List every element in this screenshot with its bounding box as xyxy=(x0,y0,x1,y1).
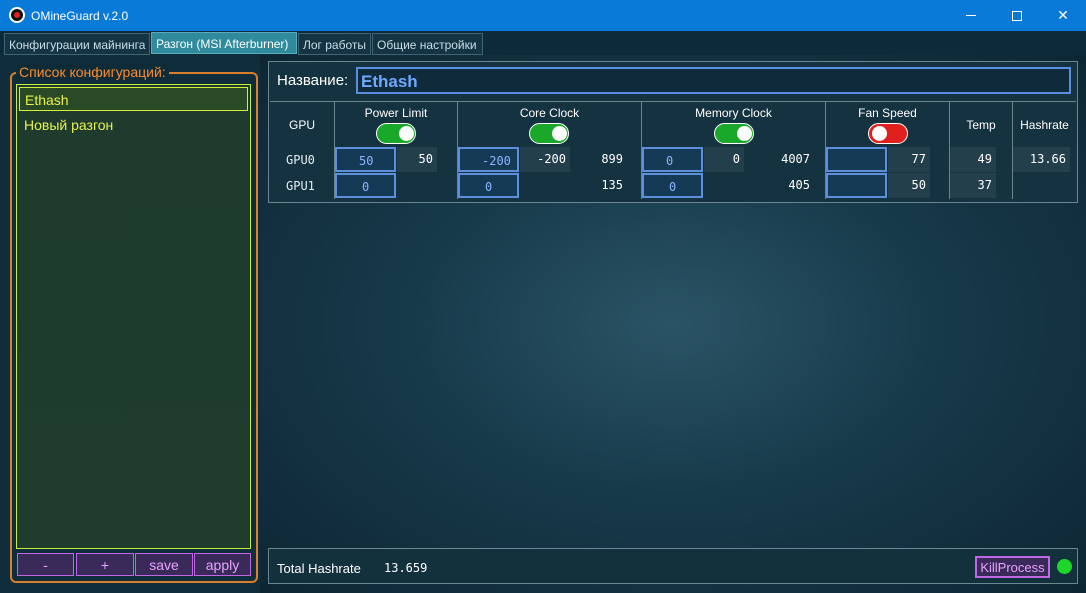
minimize-icon xyxy=(966,15,976,16)
status-indicator-icon xyxy=(1057,559,1072,574)
gpu1-memory-clock-actual: 405 xyxy=(788,178,810,192)
gpu1-fan-speed-current: 50 xyxy=(888,173,930,198)
config-item-ethash[interactable]: Ethash xyxy=(19,87,248,111)
tab-overclock[interactable]: Разгон (MSI Afterburner) xyxy=(151,32,297,54)
gpu0-fan-speed-input[interactable] xyxy=(826,147,887,172)
gpu0-memory-clock-input[interactable]: 0 xyxy=(642,147,703,172)
gpu1-core-clock-input[interactable]: 0 xyxy=(458,173,519,198)
tab-general-settings[interactable]: Общие настройки xyxy=(372,33,483,55)
app-icon xyxy=(9,7,25,23)
fan-speed-toggle[interactable] xyxy=(868,123,908,144)
maximize-icon xyxy=(1012,10,1022,21)
toggle-knob xyxy=(737,126,752,141)
kill-process-button[interactable]: KillProcess xyxy=(975,556,1050,578)
window-title: OMineGuard v.2.0 xyxy=(31,9,129,23)
gpu1-fan-speed-input[interactable] xyxy=(826,173,887,198)
close-icon: ✕ xyxy=(1057,7,1069,23)
header-temp: Temp xyxy=(966,118,996,132)
name-label: Название: xyxy=(277,72,349,89)
apply-config-button[interactable]: apply xyxy=(194,553,251,576)
gpu0-power-limit-input[interactable]: 50 xyxy=(335,147,396,172)
header-gpu: GPU xyxy=(288,118,315,132)
toggle-knob xyxy=(872,126,887,141)
gpu0-core-clock-current: -200 xyxy=(520,147,570,172)
gpu0-core-clock-input[interactable]: -200 xyxy=(458,147,519,172)
remove-config-button[interactable]: - xyxy=(17,553,74,576)
gpu0-temp: 49 xyxy=(950,147,996,172)
tab-strip: Конфигурации майнинга Разгон (MSI Afterb… xyxy=(0,31,1086,55)
config-item-new-overclock[interactable]: Новый разгон xyxy=(19,113,248,137)
gpu1-power-limit-input[interactable]: 0 xyxy=(335,173,396,198)
gpu1-temp: 37 xyxy=(950,173,996,198)
gpu0-power-limit-current: 50 xyxy=(397,147,437,172)
header-hashrate: Hashrate xyxy=(1020,118,1069,132)
header-fan-speed: Fan Speed xyxy=(858,106,917,120)
gpu1-label: GPU1 xyxy=(286,179,315,193)
gpu0-fan-speed-current: 77 xyxy=(888,147,930,172)
tab-mining-configs[interactable]: Конфигурации майнинга xyxy=(4,33,150,55)
toggle-knob xyxy=(552,126,567,141)
gpu1-hashrate xyxy=(1013,173,1070,198)
header-core-clock: Core Clock xyxy=(519,106,580,120)
gpu0-memory-clock-actual: 4007 xyxy=(781,152,810,166)
power-limit-toggle[interactable] xyxy=(376,123,416,144)
header-power-limit: Power Limit xyxy=(364,106,428,120)
name-input[interactable]: Ethash xyxy=(356,67,1071,94)
gpu0-label: GPU0 xyxy=(286,153,315,167)
add-config-button[interactable]: + xyxy=(76,553,134,576)
header-memory-clock: Memory Clock xyxy=(695,106,772,120)
config-list-title: Список конфигураций: xyxy=(16,64,169,80)
maximize-button[interactable] xyxy=(994,0,1040,31)
total-hashrate-value: 13.659 xyxy=(384,561,428,575)
gpu1-memory-clock-current xyxy=(704,173,744,198)
memory-clock-toggle[interactable] xyxy=(714,123,754,144)
gpu0-hashrate: 13.66 xyxy=(1013,147,1070,172)
config-list: Ethash Новый разгон xyxy=(16,84,251,549)
close-button[interactable]: ✕ xyxy=(1040,0,1086,31)
core-clock-toggle[interactable] xyxy=(529,123,569,144)
title-bar: OMineGuard v.2.0 ✕ xyxy=(0,0,1086,31)
gpu1-memory-clock-input[interactable]: 0 xyxy=(642,173,703,198)
gpu0-memory-clock-current: 0 xyxy=(704,147,744,172)
gpu1-core-clock-current xyxy=(520,173,570,198)
toggle-knob xyxy=(399,126,414,141)
gpu1-core-clock-actual: 135 xyxy=(601,178,623,192)
save-config-button[interactable]: save xyxy=(135,553,193,576)
tab-work-log[interactable]: Лог работы xyxy=(298,33,371,55)
total-hashrate-label: Total Hashrate xyxy=(277,561,361,576)
minimize-button[interactable] xyxy=(948,0,994,31)
gpu0-core-clock-actual: 899 xyxy=(601,152,623,166)
gpu1-power-limit-current xyxy=(397,173,437,198)
